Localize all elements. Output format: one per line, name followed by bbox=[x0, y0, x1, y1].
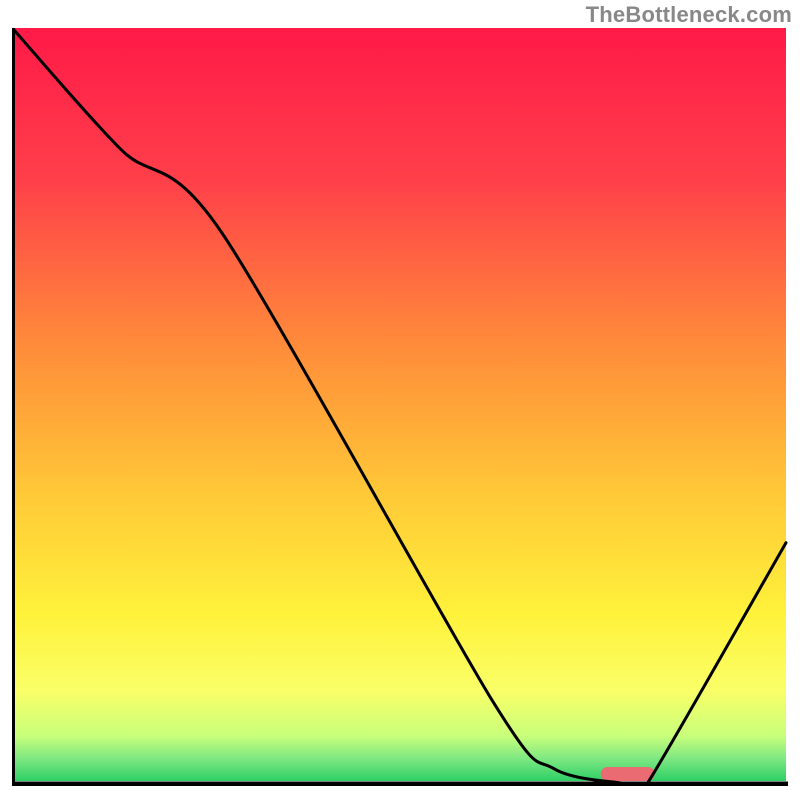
chart-container: TheBottleneck.com bbox=[0, 0, 800, 800]
chart-svg bbox=[12, 28, 788, 786]
plot-area bbox=[12, 28, 788, 786]
gradient-background bbox=[14, 28, 786, 781]
optimal-marker bbox=[601, 767, 655, 781]
watermark-label: TheBottleneck.com bbox=[586, 2, 792, 28]
